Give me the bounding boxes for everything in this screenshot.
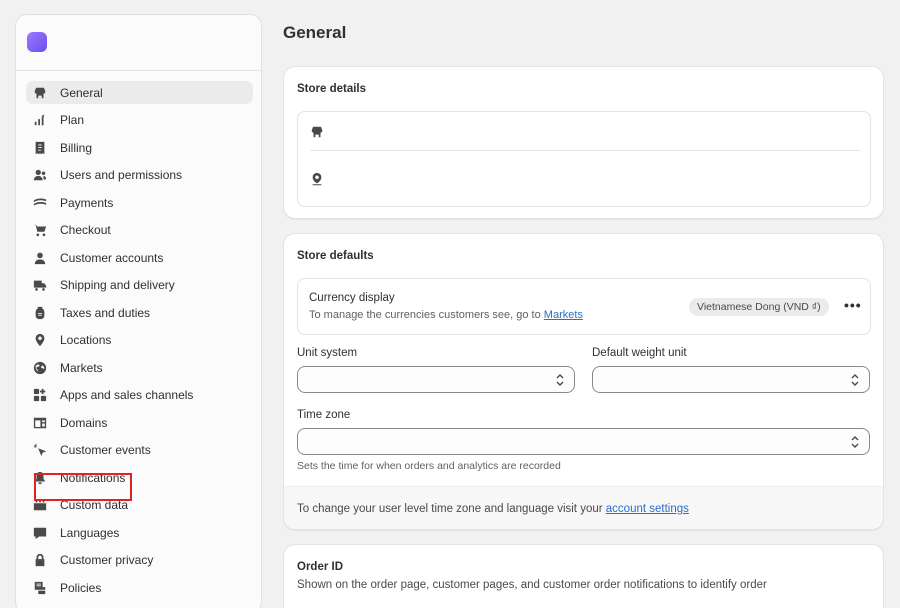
store-defaults-title: Store defaults: [297, 250, 374, 262]
sidebar-item-label: Custom data: [60, 498, 129, 512]
divider: [310, 150, 860, 151]
timezone-select[interactable]: [297, 428, 870, 455]
lock-icon: [32, 552, 48, 568]
sidebar-item-label: Markets: [60, 360, 103, 375]
sidebar-item-label: Locations: [60, 333, 112, 347]
store-defaults-card: Store defaults Currency display To manag…: [283, 233, 884, 530]
sidebar-item-label: Users and permissions: [60, 168, 183, 182]
sidebar-item-customer-privacy[interactable]: Customer privacy: [26, 549, 253, 572]
store-details-box[interactable]: [297, 111, 871, 207]
currency-badge: Vietnamese Dong (VND ₫): [689, 298, 829, 316]
plan-icon: [32, 112, 48, 128]
currency-display-box: Currency display To manage the currencie…: [297, 278, 871, 335]
sidebar-item-custom-data[interactable]: Custom data: [26, 494, 253, 517]
currency-display-label: Currency display: [309, 292, 395, 304]
users-icon: [32, 167, 48, 183]
footer-note: To change your user level time zone and …: [297, 503, 689, 515]
apps-icon: [32, 387, 48, 403]
more-actions-button[interactable]: •••: [844, 297, 862, 313]
sidebar-item-label: Languages: [60, 525, 120, 540]
sidebar-item-shipping[interactable]: Shipping and delivery: [26, 274, 253, 297]
sidebar-item-label: Plan: [60, 113, 85, 127]
sidebar-item-checkout[interactable]: Checkout: [26, 219, 253, 242]
sidebar-item-label: General: [60, 85, 103, 100]
store-defaults-footer: To change your user level time zone and …: [284, 486, 883, 529]
sidebar-item-label: Checkout: [60, 223, 111, 237]
location-icon: [32, 332, 48, 348]
location-pin-icon: [310, 172, 324, 186]
sidebar-item-taxes[interactable]: Taxes and duties: [26, 301, 253, 324]
chevron-updown-icon: [555, 373, 565, 387]
order-id-card: Order ID Shown on the order page, custom…: [283, 544, 884, 608]
policy-icon: [32, 580, 48, 596]
order-id-desc: Shown on the order page, customer pages,…: [297, 579, 767, 591]
weight-unit-select[interactable]: [592, 366, 870, 393]
account-settings-link[interactable]: account settings: [606, 503, 689, 515]
sidebar-item-apps[interactable]: Apps and sales channels: [26, 384, 253, 407]
sidebar-item-languages[interactable]: Languages: [26, 521, 253, 544]
sidebar-item-label: Customer privacy: [60, 553, 154, 567]
markets-link[interactable]: Markets: [544, 309, 583, 321]
sidebar-item-markets[interactable]: Markets: [26, 356, 253, 379]
chevron-updown-icon: [850, 373, 860, 387]
store-details-title: Store details: [297, 83, 367, 95]
store-details-card: Store details: [283, 66, 884, 219]
sidebar-header: [16, 15, 261, 71]
data-icon: [32, 497, 48, 513]
sidebar-item-general[interactable]: General: [26, 81, 253, 104]
sidebar-item-label: Policies: [60, 580, 102, 595]
sidebar-item-customer-accounts[interactable]: Customer accounts: [26, 246, 253, 269]
sidebar-item-label: Apps and sales channels: [60, 388, 194, 402]
sidebar-item-billing[interactable]: Billing: [26, 136, 253, 159]
sidebar-item-label: Domains: [60, 415, 108, 430]
sidebar-item-plan[interactable]: Plan: [26, 109, 253, 132]
sidebar-item-locations[interactable]: Locations: [26, 329, 253, 352]
currency-desc-text: To manage the currencies customers see, …: [309, 309, 541, 321]
chevron-updown-icon: [850, 435, 860, 449]
cursor-icon: [32, 442, 48, 458]
currency-display-desc: To manage the currencies customers see, …: [309, 309, 583, 321]
footer-text: To change your user level time zone and …: [297, 503, 603, 515]
timezone-label: Time zone: [297, 409, 351, 421]
person-icon: [32, 250, 48, 266]
sidebar-item-policies[interactable]: Policies: [26, 576, 253, 599]
timezone-help: Sets the time for when orders and analyt…: [297, 460, 561, 472]
sidebar-item-label: Notifications: [60, 470, 126, 485]
store-icon: [32, 85, 48, 101]
payments-icon: [32, 195, 48, 211]
truck-icon: [32, 277, 48, 293]
sidebar-item-label: Customer accounts: [60, 250, 164, 265]
weight-unit-label: Default weight unit: [592, 347, 687, 359]
cart-icon: [32, 222, 48, 238]
billing-icon: [32, 140, 48, 156]
store-logo[interactable]: [27, 32, 47, 52]
sidebar-item-label: Shipping and delivery: [60, 278, 175, 292]
store-icon: [310, 125, 324, 139]
globe-icon: [32, 360, 48, 376]
bell-icon: [32, 470, 48, 486]
sidebar-item-label: Customer events: [60, 443, 151, 457]
domains-icon: [32, 415, 48, 431]
sidebar-item-customer-events[interactable]: Customer events: [26, 439, 253, 462]
unit-system-select[interactable]: [297, 366, 575, 393]
tax-icon: [32, 305, 48, 321]
sidebar-item-label: Payments: [60, 195, 114, 210]
page-title: General: [283, 23, 347, 42]
language-icon: [32, 525, 48, 541]
sidebar-item-users[interactable]: Users and permissions: [26, 164, 253, 187]
sidebar-item-label: Billing: [60, 140, 93, 155]
sidebar-item-payments[interactable]: Payments: [26, 191, 253, 214]
settings-nav: General Plan Billing Users and permissio…: [26, 81, 253, 604]
sidebar-item-label: Taxes and duties: [60, 305, 151, 320]
settings-sidebar: General Plan Billing Users and permissio…: [15, 14, 262, 608]
unit-system-label: Unit system: [297, 347, 358, 359]
sidebar-item-notifications[interactable]: Notifications: [26, 466, 253, 489]
order-id-title: Order ID: [297, 561, 344, 573]
sidebar-item-domains[interactable]: Domains: [26, 411, 253, 434]
